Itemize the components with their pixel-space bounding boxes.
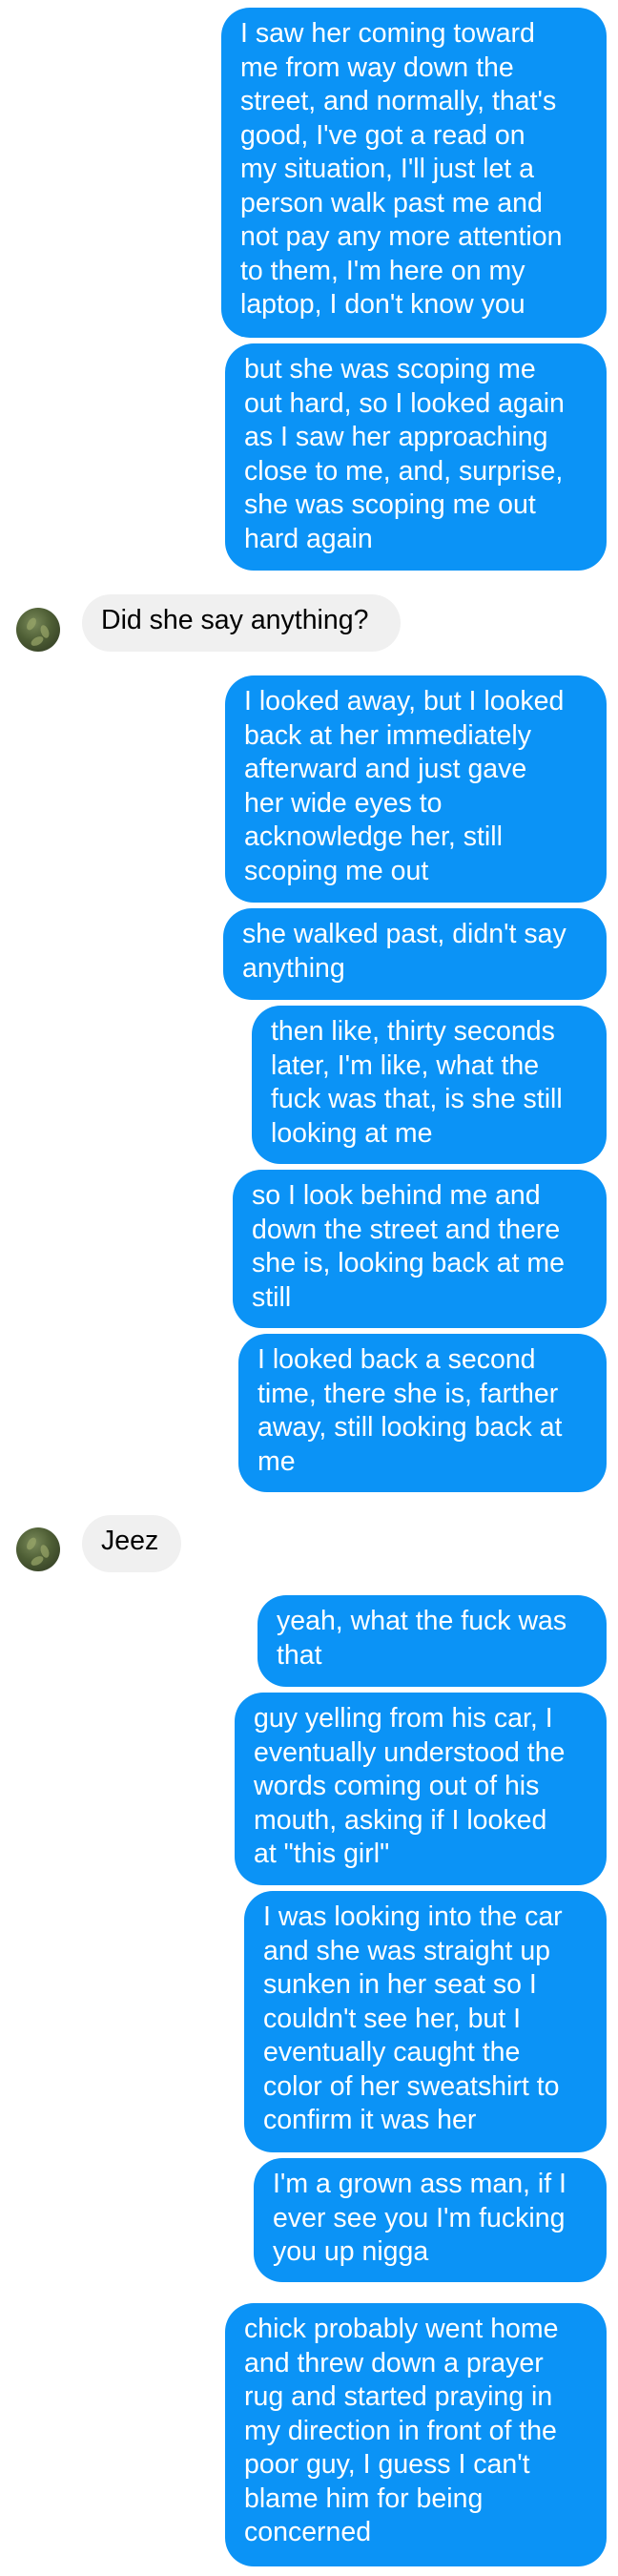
message-bubble-incoming[interactable]: Jeez — [82, 1515, 181, 1572]
message-bubble-outgoing[interactable]: yeah, what the fuck was that — [258, 1595, 607, 1687]
message-bubble-outgoing[interactable]: I looked away, but I looked back at her … — [225, 675, 607, 903]
message-bubble-outgoing[interactable]: she walked past, didn't say anything — [223, 908, 607, 1000]
message-bubble-outgoing[interactable]: chick probably went home and threw down … — [225, 2303, 607, 2566]
message-bubble-outgoing[interactable]: I was looking into the car and she was s… — [244, 1891, 607, 2152]
message-bubble-outgoing[interactable]: so I look behind me and down the street … — [233, 1170, 607, 1328]
message-bubble-outgoing[interactable]: but she was scoping me out hard, so I lo… — [225, 343, 607, 571]
contact-avatar-icon[interactable] — [16, 608, 60, 652]
message-bubble-outgoing[interactable]: I saw her coming toward me from way down… — [221, 8, 607, 338]
message-bubble-outgoing[interactable]: then like, thirty seconds later, I'm lik… — [252, 1006, 607, 1164]
message-bubble-outgoing[interactable]: I'm a grown ass man, if I ever see you I… — [254, 2158, 607, 2282]
message-bubble-incoming[interactable]: Did she say anything? — [82, 594, 401, 652]
message-bubble-outgoing[interactable]: I looked back a second time, there she i… — [238, 1334, 607, 1492]
contact-avatar-icon[interactable] — [16, 1527, 60, 1571]
message-bubble-outgoing[interactable]: guy yelling from his car, I eventually u… — [235, 1693, 607, 1885]
